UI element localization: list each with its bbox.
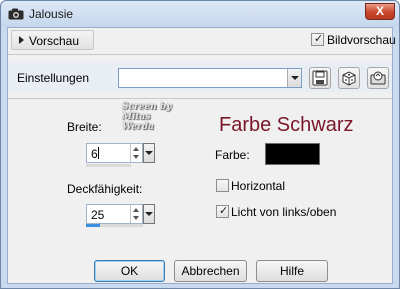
horizontal-label: Horizontal xyxy=(231,179,286,193)
divider xyxy=(8,98,392,99)
deckfaehigkeit-dropdown-button[interactable] xyxy=(143,204,155,224)
preview-toggle-button[interactable]: Vorschau xyxy=(11,30,94,50)
preview-toggle-label: Vorschau xyxy=(29,34,80,48)
spin-up-icon xyxy=(133,208,139,212)
breite-label: Breite: xyxy=(67,120,102,134)
help-button[interactable]: Hilfe xyxy=(256,260,328,282)
random-dice-icon xyxy=(342,71,356,86)
spin-down-icon xyxy=(133,216,139,220)
chevron-down-icon xyxy=(145,212,153,216)
deckfaehigkeit-slider[interactable] xyxy=(86,224,143,227)
preview-bar: Vorschau ✓ Bildvorschau xyxy=(8,28,396,54)
spin-down-icon xyxy=(133,155,139,159)
annotation-headline: Farbe Schwarz xyxy=(219,114,354,136)
chevron-right-icon xyxy=(19,36,24,44)
dialog-body: Vorschau ✓ Bildvorschau Einstellungen Sc… xyxy=(7,27,396,284)
color-swatch[interactable] xyxy=(265,143,320,165)
reset-icon xyxy=(370,71,386,85)
close-icon: X xyxy=(375,4,384,18)
deckfaehigkeit-label: Deckfähigkeit: xyxy=(67,182,143,196)
watermark-line: Screen by xyxy=(122,102,172,112)
random-button[interactable] xyxy=(338,67,360,89)
deckfaehigkeit-spinbox[interactable]: 25 xyxy=(86,204,143,224)
save-preset-icon xyxy=(312,70,328,86)
title-bar[interactable]: Jalousie X xyxy=(1,1,399,27)
check-icon: ✓ xyxy=(314,33,324,45)
breite-dropdown-button[interactable] xyxy=(143,143,155,163)
settings-label: Einstellungen xyxy=(17,71,90,85)
settings-combobox[interactable] xyxy=(118,68,302,88)
window-title: Jalousie xyxy=(29,7,74,21)
watermark: Screen by Mitas Werda xyxy=(122,102,182,132)
reset-button[interactable] xyxy=(367,67,389,89)
save-preset-button[interactable] xyxy=(309,67,331,89)
check-icon: ✓ xyxy=(219,205,229,217)
text-cursor xyxy=(98,147,99,159)
deckfaehigkeit-value[interactable]: 25 xyxy=(91,208,104,222)
divider xyxy=(8,54,392,55)
chevron-down-icon xyxy=(291,76,299,80)
deckfaehigkeit-spin-arrows[interactable] xyxy=(130,205,141,223)
licht-checkbox[interactable]: ✓ xyxy=(216,205,229,218)
farbe-label: Farbe: xyxy=(215,148,250,162)
watermark-line: Mitas Werda xyxy=(122,112,154,132)
bildvorschau-label: Bildvorschau xyxy=(327,33,396,47)
app-icon xyxy=(8,8,24,20)
breite-value[interactable]: 6 xyxy=(91,147,98,161)
dialog-window: Jalousie X Vorschau ✓ Bildvorschau Einst… xyxy=(0,0,400,289)
deckfaehigkeit-slider-fill xyxy=(86,224,101,227)
breite-spin-arrows[interactable] xyxy=(130,144,141,162)
chevron-down-icon xyxy=(145,151,153,155)
cancel-button[interactable]: Abbrechen xyxy=(174,260,247,282)
ok-button[interactable]: OK xyxy=(94,260,165,282)
breite-slider[interactable] xyxy=(86,164,131,167)
bildvorschau-checkbox[interactable]: ✓ xyxy=(311,33,324,46)
close-button[interactable]: X xyxy=(365,3,395,20)
licht-label: Licht von links/oben xyxy=(231,205,337,219)
horizontal-checkbox[interactable] xyxy=(216,179,229,192)
spin-up-icon xyxy=(133,147,139,151)
breite-spinbox[interactable]: 6 xyxy=(86,143,143,163)
settings-dropdown-button[interactable] xyxy=(287,69,301,87)
